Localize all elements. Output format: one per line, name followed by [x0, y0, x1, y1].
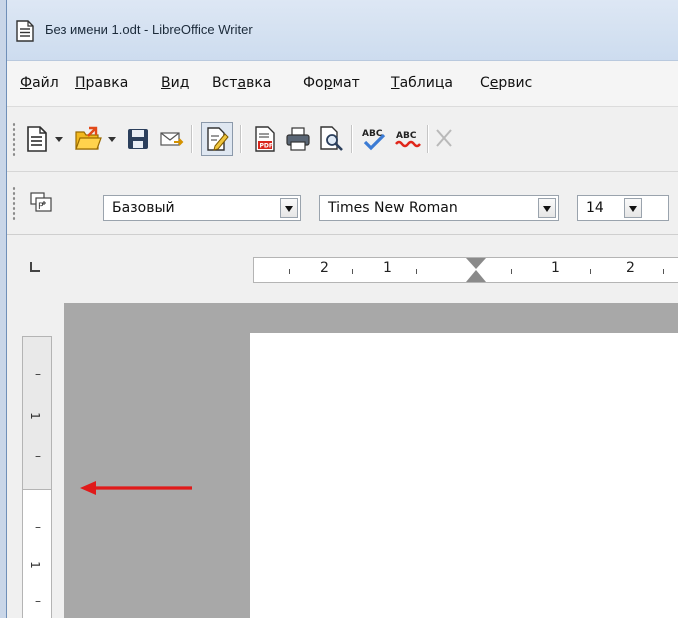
new-dropdown-arrow-icon[interactable]	[55, 137, 63, 142]
menu-insert[interactable]: Вставка	[212, 75, 271, 91]
ruler-tick	[663, 269, 664, 274]
menu-format[interactable]: Формат	[303, 75, 360, 91]
menu-bar: Файл Правка Вид Вставка Формат Таблица С…	[7, 61, 678, 107]
open-dropdown-arrow-icon[interactable]	[108, 137, 116, 142]
title-bar[interactable]: Без имени 1.odt - LibreOffice Writer	[7, 0, 678, 61]
font-name-dropdown-icon[interactable]	[538, 198, 556, 218]
vertical-ruler-page[interactable]: – 1 –	[22, 490, 52, 618]
vruler-tick: –	[35, 520, 41, 534]
writer-document-icon	[16, 20, 34, 42]
vertical-ruler-margin[interactable]: – 1 –	[22, 336, 52, 490]
save-icon[interactable]	[123, 124, 153, 154]
toolbar-grip[interactable]	[12, 122, 16, 156]
new-document-icon[interactable]	[22, 124, 52, 154]
menu-tools[interactable]: Сервис	[480, 75, 532, 91]
font-name-value: Times New Roman	[328, 200, 458, 216]
ruler-label: 1	[551, 260, 560, 276]
menu-view[interactable]: Вид	[161, 75, 189, 91]
font-name-combo[interactable]: Times New Roman	[319, 195, 559, 221]
print-preview-icon[interactable]	[317, 124, 347, 154]
document-page[interactable]	[250, 333, 678, 618]
print-icon[interactable]	[283, 124, 313, 154]
ruler-label: 2	[626, 260, 635, 276]
paragraph-style-dropdown-icon[interactable]	[280, 198, 298, 218]
font-size-combo[interactable]: 14	[577, 195, 669, 221]
open-folder-icon[interactable]	[73, 124, 103, 154]
indent-marker-icon[interactable]	[464, 257, 488, 283]
spellcheck-icon[interactable]: ABC	[359, 124, 389, 154]
svg-text:ABC: ABC	[396, 131, 417, 141]
toolbar-grip[interactable]	[12, 186, 16, 220]
toolbar-separator	[240, 125, 242, 153]
horizontal-ruler[interactable]: 2 1 1 2	[253, 257, 678, 283]
vruler-label: 1	[27, 561, 42, 569]
font-size-dropdown-icon[interactable]	[624, 198, 642, 218]
vruler-tick: –	[35, 367, 41, 381]
standard-toolbar: PDF ABC ABC	[7, 107, 678, 172]
email-icon[interactable]	[157, 124, 187, 154]
ruler-label: 2	[320, 260, 329, 276]
menu-table[interactable]: Таблица	[391, 75, 453, 91]
svg-text:PDF: PDF	[260, 143, 273, 150]
paragraph-style-combo[interactable]: Базовый	[103, 195, 301, 221]
menu-edit[interactable]: Правка	[75, 75, 128, 91]
auto-spellcheck-icon[interactable]: ABC	[393, 124, 423, 154]
vruler-tick: –	[35, 449, 41, 463]
menu-file[interactable]: Файл	[20, 75, 59, 91]
styles-window-icon[interactable]: P	[26, 187, 56, 217]
window-title: Без имени 1.odt - LibreOffice Writer	[45, 22, 253, 37]
ruler-tick	[289, 269, 290, 274]
cut-icon[interactable]	[433, 124, 453, 154]
annotation-arrow-icon	[80, 481, 192, 495]
window-left-border	[0, 0, 7, 618]
edit-mode-icon[interactable]	[201, 122, 233, 156]
ruler-tick	[590, 269, 591, 274]
vruler-label: 1	[27, 412, 42, 420]
ruler-tick	[352, 269, 353, 274]
toolbar-separator	[427, 125, 429, 153]
vruler-tick: –	[35, 594, 41, 608]
tab-stop-selector-icon[interactable]	[30, 262, 40, 272]
toolbar-separator	[351, 125, 353, 153]
export-pdf-icon[interactable]: PDF	[250, 124, 280, 154]
ruler-tick	[511, 269, 512, 274]
font-size-value: 14	[586, 200, 604, 216]
toolbar-separator	[191, 125, 193, 153]
ruler-tick	[416, 269, 417, 274]
ruler-label: 1	[383, 260, 392, 276]
paragraph-style-value: Базовый	[112, 200, 175, 216]
